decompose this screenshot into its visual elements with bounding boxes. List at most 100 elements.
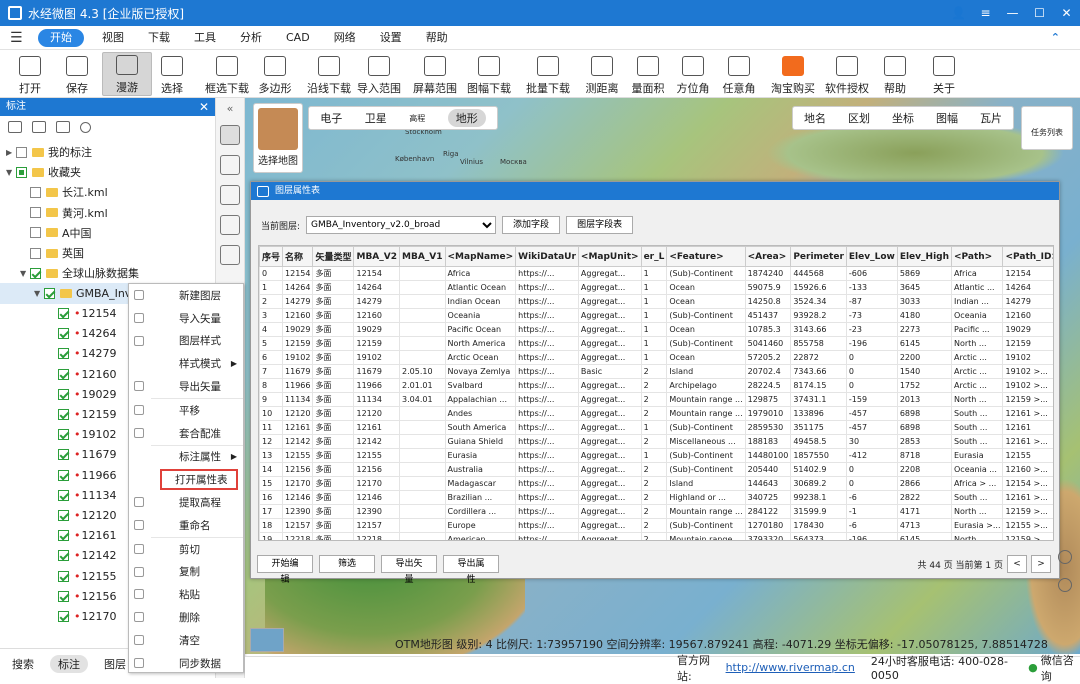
sidebar-tab-0[interactable]: 搜索 xyxy=(12,656,34,672)
column-header[interactable]: <Area> xyxy=(744,246,792,267)
column-header[interactable]: 矢量类型 xyxy=(312,246,355,267)
tree-node[interactable]: 长江.kml xyxy=(0,182,215,202)
tree-checkbox[interactable] xyxy=(58,308,69,320)
table-row[interactable]: 6 19102 多面 19102 Arctic Ocean https://... Aggr… xyxy=(259,350,1053,365)
tree-checkbox[interactable] xyxy=(30,247,41,259)
toolbar-box-download-button[interactable]: 框选下载 xyxy=(200,52,254,96)
tree-checkbox[interactable] xyxy=(30,267,41,279)
toolbar-area-button[interactable]: 量面积 xyxy=(624,52,672,96)
overlay-tab-2[interactable]: 坐标 xyxy=(892,110,914,126)
column-header[interactable]: 序号 xyxy=(259,246,284,267)
column-header[interactable]: 名称 xyxy=(282,246,314,267)
open-folder-icon[interactable] xyxy=(32,121,46,133)
column-header[interactable]: WikiDataUr xyxy=(515,246,579,267)
wechat-icon[interactable]: ● xyxy=(1028,661,1038,674)
table-row[interactable]: 14 12156 多面 12156 Australia https://... Aggreg… xyxy=(259,462,1053,477)
tree-checkbox[interactable] xyxy=(30,207,41,219)
tree-checkbox[interactable] xyxy=(58,610,69,622)
toolbar-sheet-download-button[interactable]: 图幅下载 xyxy=(462,52,516,96)
current-layer-select[interactable]: GMBA_Inventory_v2.0_broad xyxy=(306,216,497,234)
tree-checkbox[interactable] xyxy=(58,590,69,602)
toolbar-folder-button[interactable]: 打开 xyxy=(8,52,52,96)
toolbar-cursor-button[interactable]: 选择 xyxy=(152,52,192,96)
hamburger-icon[interactable]: ☰ xyxy=(10,30,28,46)
context-menu-item[interactable]: 套合配准 xyxy=(129,422,243,445)
table-row[interactable]: 7 11679 多面 11679 2.05.10 Novaya Zemlya https:/… xyxy=(259,364,1053,379)
tree-node[interactable]: ▼ 全球山脉数据集 xyxy=(0,263,215,283)
table-row[interactable]: 1 14264 多面 14264 Atlantic Ocean https://... Ag… xyxy=(259,280,1053,295)
column-header[interactable]: <Path_ID> xyxy=(1002,246,1053,267)
dialog-button-2[interactable]: 导出矢量 xyxy=(381,555,437,585)
menu-6[interactable]: 网络 xyxy=(322,29,368,47)
toolbar-azimuth-button[interactable]: 方位角 xyxy=(669,52,717,96)
tree-checkbox[interactable] xyxy=(58,328,69,340)
tree-checkbox[interactable] xyxy=(58,449,69,461)
toolbar-line-download-button[interactable]: 沿线下载 xyxy=(302,52,356,96)
table-row[interactable]: 13 12155 多面 12155 Eurasia https://... Aggregat… xyxy=(259,448,1053,463)
menu-icon[interactable]: ≡ xyxy=(972,0,999,26)
context-menu-item[interactable]: 清空 xyxy=(129,629,243,652)
tree-checkbox[interactable] xyxy=(44,287,55,299)
toolbar-save-button[interactable]: 保存 xyxy=(55,52,99,96)
menu-5[interactable]: CAD xyxy=(274,29,322,47)
overlay-tab-1[interactable]: 区划 xyxy=(848,110,870,126)
menu-8[interactable]: 帮助 xyxy=(414,29,460,47)
context-menu-item[interactable]: 提取高程 xyxy=(129,491,243,514)
expand-arrow-icon[interactable]: ▶ xyxy=(6,148,16,157)
tree-checkbox[interactable] xyxy=(58,429,69,441)
context-menu-item[interactable]: 同步数据 xyxy=(129,652,243,675)
overlay-tab-0[interactable]: 地名 xyxy=(804,110,826,126)
table-row[interactable]: 19 12218 多面 12218 American ... https://... Agg… xyxy=(259,532,1053,540)
expand-arrow-icon[interactable]: ▼ xyxy=(20,269,30,278)
user-icon[interactable]: 👤 xyxy=(945,0,972,26)
tree-node[interactable]: 英国 xyxy=(0,243,215,263)
context-menu-item[interactable]: 图层样式 xyxy=(129,330,243,353)
toolbar-about-button[interactable]: 关于 xyxy=(924,52,964,96)
expand-arrow-icon[interactable]: ▼ xyxy=(34,289,44,298)
toolbar-taobao-button[interactable]: 淘宝购买 xyxy=(766,52,820,96)
context-menu-item[interactable]: 导出矢量 xyxy=(129,375,243,398)
prev-page-button[interactable]: < xyxy=(1007,555,1027,573)
toolbar-screen-range-button[interactable]: 屏幕范围 xyxy=(408,52,462,96)
table-row[interactable]: 15 12170 多面 12170 Madagascar https://... Aggre… xyxy=(259,476,1053,491)
select-arrow-icon[interactable] xyxy=(220,155,240,175)
column-header[interactable]: MBA_V2 xyxy=(353,246,400,267)
base-map-tab-1[interactable]: 卫星 xyxy=(365,110,387,126)
column-header[interactable]: Elev_High xyxy=(896,246,953,267)
toolbar-angle-button[interactable]: 任意角 xyxy=(715,52,763,96)
tree-node[interactable]: 黄河.kml xyxy=(0,203,215,223)
base-map-tab-2[interactable]: 高程 xyxy=(409,113,425,124)
tree-node[interactable]: ▼ 收藏夹 xyxy=(0,162,215,182)
overlay-tab-4[interactable]: 瓦片 xyxy=(980,110,1002,126)
table-row[interactable]: 17 12390 多面 12390 Cordillera ... https://... A… xyxy=(259,504,1053,519)
site-link[interactable]: http://www.rivermap.cn xyxy=(726,661,855,674)
tree-checkbox[interactable] xyxy=(58,530,69,542)
toolbar-hand-button[interactable]: 漫游 xyxy=(102,52,152,96)
table-row[interactable]: 12 12142 多面 12142 Guiana Shield https://... Ag… xyxy=(259,434,1053,449)
tree-checkbox[interactable] xyxy=(30,186,41,198)
context-menu-item[interactable]: 粘贴 xyxy=(129,583,243,606)
column-header[interactable]: MBA_V1 xyxy=(399,246,446,267)
table-row[interactable]: 3 12160 多面 12160 Oceania https://... Aggregat.… xyxy=(259,308,1053,323)
tree-node[interactable]: ▶ 我的标注 xyxy=(0,142,215,162)
context-menu-item[interactable]: 导入矢量 xyxy=(129,307,243,330)
toolbar-polygon-button[interactable]: 多边形 xyxy=(254,52,296,96)
table-row[interactable]: 8 11966 多面 11966 2.01.01 Svalbard https://... A… xyxy=(259,378,1053,393)
table-row[interactable]: 10 12120 多面 12120 Andes https://... Aggregat..… xyxy=(259,406,1053,421)
draw-point-icon[interactable] xyxy=(220,185,240,205)
tree-checkbox[interactable] xyxy=(30,227,41,239)
menu-2[interactable]: 下载 xyxy=(136,29,182,47)
close-sidebar-icon[interactable]: ✕ xyxy=(199,98,209,116)
toolbar-import-range-button[interactable]: 导入范围 xyxy=(354,52,404,96)
menu-7[interactable]: 设置 xyxy=(368,29,414,47)
table-row[interactable]: 4 19029 多面 19029 Pacific Ocean https://... Agg… xyxy=(259,322,1053,337)
wechat-label[interactable]: 微信咨询 xyxy=(1041,652,1080,684)
context-menu-item[interactable]: 新建图层 xyxy=(129,284,243,307)
toolbar-help-button[interactable]: 帮助 xyxy=(875,52,915,96)
column-header[interactable]: er_L xyxy=(640,246,668,267)
table-row[interactable]: 16 12146 多面 12146 Brazilian ... https://... Ag… xyxy=(259,490,1053,505)
next-page-button[interactable]: > xyxy=(1031,555,1051,573)
tree-node[interactable]: A中国 xyxy=(0,223,215,243)
sidebar-tab-2[interactable]: 图层 xyxy=(104,656,126,672)
search-icon[interactable] xyxy=(80,121,91,133)
